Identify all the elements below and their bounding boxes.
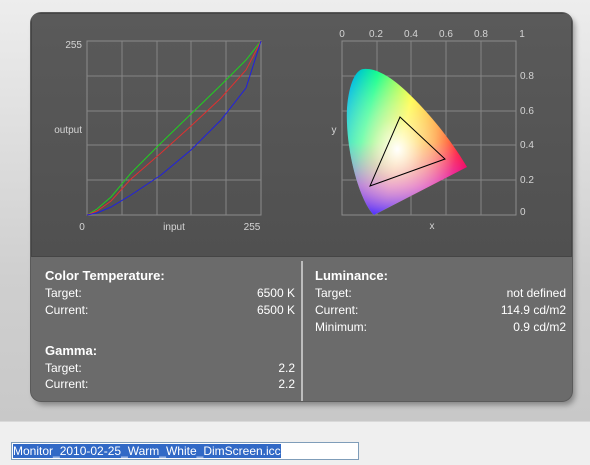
calibration-summary-panel: 255 output 0 input 255 0 0.2 0.4 0.6 0.8… xyxy=(31,13,572,401)
luminance-heading: Luminance: xyxy=(315,268,388,283)
green-curve xyxy=(86,40,262,216)
gamma-target-value: 2.2 xyxy=(278,361,295,375)
chroma-x-tick-5: 1 xyxy=(519,29,525,40)
color-temp-target-value: 6500 K xyxy=(256,286,295,300)
luminance-minimum-value: 0.9 cd/m2 xyxy=(513,320,566,334)
curves-y-max: 255 xyxy=(65,40,82,51)
color-temp-current-label: Current: xyxy=(45,303,89,317)
color-temp-gamma-section: Color Temperature: Target: 6500 K Curren… xyxy=(31,261,301,401)
tone-curves-graph: 255 output 0 input 255 xyxy=(54,40,262,233)
profile-filename-input[interactable]: Monitor_2010-02-25_Warm_White_DimScreen.… xyxy=(11,442,359,460)
gamma-current-row: Current: 2.2 xyxy=(45,377,295,393)
chroma-x-label: x xyxy=(430,221,435,232)
graphs-svg: 255 output 0 input 255 0 0.2 0.4 0.6 0.8… xyxy=(54,29,535,233)
luminance-current-value: 114.9 cd/m2 xyxy=(500,303,566,317)
luminance-current-label: Current: xyxy=(315,303,359,317)
curves-x-max: 255 xyxy=(244,222,261,233)
luminance-minimum-label: Minimum: xyxy=(315,320,368,334)
chroma-x-tick-3: 0.6 xyxy=(439,29,453,40)
curves-x-min: 0 xyxy=(79,222,85,233)
blue-curve xyxy=(86,40,262,216)
chroma-y-tick-1: 0.6 xyxy=(520,106,534,117)
chroma-x-tick-0: 0 xyxy=(339,29,345,40)
gamma-current-value: 2.2 xyxy=(278,377,295,391)
gamma-current-label: Current: xyxy=(45,377,89,391)
red-curve xyxy=(86,40,262,216)
color-temperature-heading: Color Temperature: xyxy=(45,268,165,283)
luminance-target-row: Target: not defined xyxy=(315,286,566,302)
color-temp-current-value: 6500 K xyxy=(256,303,295,317)
luminance-target-label: Target: xyxy=(315,286,352,300)
chromaticity-graph: 0 0.2 0.4 0.6 0.8 1 0.8 0.6 0.4 0.2 0 x … xyxy=(332,29,535,232)
chroma-x-tick-1: 0.2 xyxy=(369,29,383,40)
chroma-x-tick-2: 0.4 xyxy=(404,29,418,40)
color-temp-target-label: Target: xyxy=(45,286,82,300)
graphs-area: 255 output 0 input 255 0 0.2 0.4 0.6 0.8… xyxy=(31,13,572,257)
chroma-y-tick-3: 0.2 xyxy=(520,175,534,186)
luminance-minimum-row: Minimum: 0.9 cd/m2 xyxy=(315,320,566,336)
gamma-heading: Gamma: xyxy=(45,343,98,358)
chroma-y-tick-0: 0.8 xyxy=(520,71,534,82)
color-temp-target-row: Target: 6500 K xyxy=(45,286,295,302)
curves-x-label: input xyxy=(163,222,185,233)
gamma-target-label: Target: xyxy=(45,361,82,375)
gamma-target-row: Target: 2.2 xyxy=(45,361,295,377)
profile-filename-text: Monitor_2010-02-25_Warm_White_DimScreen.… xyxy=(13,444,281,458)
curves-y-label: output xyxy=(54,125,82,136)
luminance-current-row: Current: 114.9 cd/m2 xyxy=(315,303,566,319)
chroma-y-label: y xyxy=(332,125,337,136)
chroma-y-tick-4: 0 xyxy=(520,207,526,218)
curves-frame xyxy=(86,40,262,216)
luminance-target-value: not defined xyxy=(506,286,566,300)
color-temp-current-row: Current: 6500 K xyxy=(45,303,295,319)
cie-gamut-shape xyxy=(346,68,467,215)
chroma-x-tick-4: 0.8 xyxy=(474,29,488,40)
curves-grid xyxy=(87,41,261,215)
luminance-section: Luminance: Target: not defined Current: … xyxy=(303,261,572,401)
chroma-y-tick-2: 0.4 xyxy=(520,140,534,151)
